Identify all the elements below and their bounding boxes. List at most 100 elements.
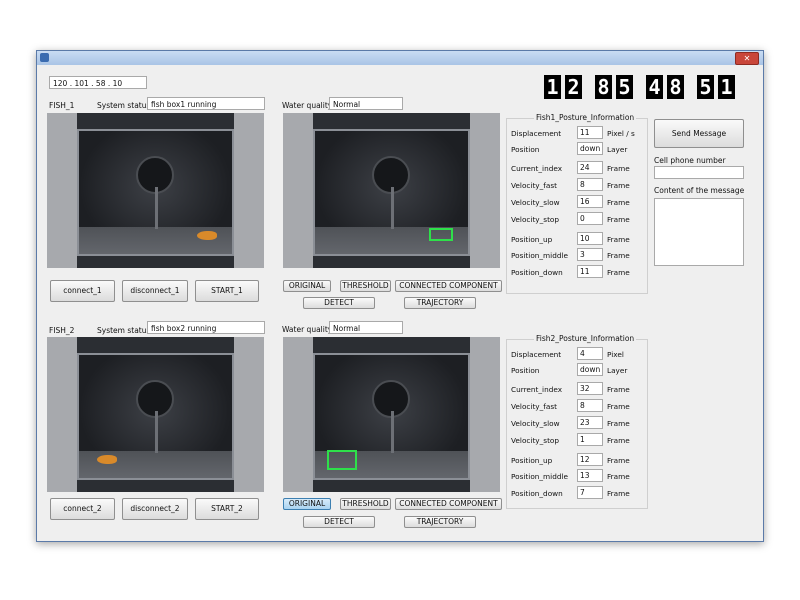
posture-row-value[interactable]: 3 — [577, 248, 603, 261]
counter-digit: 8 — [667, 75, 684, 99]
fish2-status-field[interactable]: fish box2 running — [147, 321, 265, 334]
posture-row-value[interactable]: 0 — [577, 212, 603, 225]
posture-row-label: Current_index — [511, 164, 563, 173]
ip-address-field[interactable]: 120 . 101 . 58 . 10 — [49, 76, 147, 89]
message-content-field[interactable] — [654, 198, 744, 266]
posture-row-label: Velocity_stop — [511, 436, 560, 445]
title-bar: ✕ — [37, 51, 763, 65]
fish2-water-quality-label: Water quality — [282, 325, 333, 334]
posture-row-value[interactable]: 12 — [577, 453, 603, 466]
posture-row-label: Displacement — [511, 129, 562, 138]
send-message-button[interactable]: Send Message — [654, 119, 744, 148]
posture-row-label: Position — [511, 366, 540, 375]
disconnect-2-button[interactable]: disconnect_2 — [122, 498, 188, 520]
posture-row-value[interactable]: 32 — [577, 382, 603, 395]
posture-row-label: Position_middle — [511, 251, 568, 260]
connected-component-2-button[interactable]: CONNECTED COMPONENT — [395, 498, 502, 510]
fish1-label: FISH_1 — [49, 101, 75, 110]
posture-row-unit: Frame — [607, 251, 630, 260]
threshold-1-button[interactable]: THRESHOLD — [340, 280, 391, 292]
trajectory-1-button[interactable]: TRAJECTORY — [404, 297, 476, 309]
disconnect-1-button[interactable]: disconnect_1 — [122, 280, 188, 302]
posture-row-unit: Frame — [607, 215, 630, 224]
posture-row-unit: Layer — [607, 366, 628, 375]
posture-row-label: Position_down — [511, 489, 563, 498]
posture-row-unit: Frame — [607, 489, 630, 498]
posture-row-label: Velocity_fast — [511, 181, 557, 190]
counter-digit: 8 — [595, 75, 612, 99]
posture-row-label: Position — [511, 145, 540, 154]
cell-phone-label: Cell phone number — [654, 156, 726, 165]
fish1-status-field[interactable]: fish box1 running — [147, 97, 265, 110]
fish1-processed-view — [283, 113, 500, 268]
counter-digit: 4 — [646, 75, 663, 99]
posture-row-value[interactable]: 4 — [577, 347, 603, 360]
fish1-water-quality-field[interactable]: Normal — [329, 97, 403, 110]
posture-row-label: Position_up — [511, 235, 553, 244]
threshold-2-button[interactable]: THRESHOLD — [340, 498, 391, 510]
fish2-status-label: System status — [97, 326, 151, 335]
original-1-button[interactable]: ORIGINAL — [283, 280, 331, 292]
posture-row-label: Position_middle — [511, 472, 568, 481]
posture-row-value[interactable]: 10 — [577, 232, 603, 245]
fish1-camera-view — [47, 113, 264, 268]
trajectory-2-button[interactable]: TRAJECTORY — [404, 516, 476, 528]
posture-row-value[interactable]: 8 — [577, 399, 603, 412]
posture-row-value[interactable]: 23 — [577, 416, 603, 429]
cell-phone-field[interactable] — [654, 166, 744, 179]
fish1-water-quality-label: Water quality — [282, 101, 333, 110]
fish1-posture-title: Fish1_Posture_Information — [534, 113, 637, 122]
original-2-button[interactable]: ORIGINAL — [283, 498, 331, 510]
counter-digit: 2 — [565, 75, 582, 99]
posture-row-unit: Pixel / s — [607, 129, 635, 138]
posture-row-value[interactable]: down — [577, 142, 603, 155]
posture-row-label: Position_down — [511, 268, 563, 277]
posture-row-label: Displacement — [511, 350, 562, 359]
fish2-water-quality-field[interactable]: Normal — [329, 321, 403, 334]
close-icon: ✕ — [743, 54, 751, 63]
start-2-button[interactable]: START_2 — [195, 498, 259, 520]
posture-row-value[interactable]: 1 — [577, 433, 603, 446]
posture-row-unit: Layer — [607, 145, 628, 154]
posture-row-label: Position_up — [511, 456, 553, 465]
posture-row-value[interactable]: down — [577, 363, 603, 376]
counter-digit: 5 — [616, 75, 633, 99]
connected-component-1-button[interactable]: CONNECTED COMPONENT — [395, 280, 502, 292]
fish2-label: FISH_2 — [49, 326, 75, 335]
posture-row-unit: Frame — [607, 235, 630, 244]
detect-1-button[interactable]: DETECT — [303, 297, 375, 309]
posture-row-value[interactable]: 16 — [577, 195, 603, 208]
counter-digit: 1 — [544, 75, 561, 99]
fish2-detection-box — [327, 450, 357, 470]
posture-row-unit: Frame — [607, 456, 630, 465]
frame-counter-display: 1 2 8 5 4 8 5 1 — [544, 75, 749, 99]
close-button[interactable]: ✕ — [735, 52, 759, 65]
fish2-posture-title: Fish2_Posture_Information — [534, 334, 637, 343]
connect-1-button[interactable]: connect_1 — [50, 280, 115, 302]
posture-row-label: Velocity_stop — [511, 215, 560, 224]
posture-row-unit: Frame — [607, 385, 630, 394]
posture-row-unit: Frame — [607, 402, 630, 411]
posture-row-label: Velocity_slow — [511, 419, 560, 428]
detect-2-button[interactable]: DETECT — [303, 516, 375, 528]
posture-row-value[interactable]: 11 — [577, 265, 603, 278]
counter-digit: 5 — [697, 75, 714, 99]
posture-row-value[interactable]: 13 — [577, 469, 603, 482]
posture-row-value[interactable]: 24 — [577, 161, 603, 174]
connect-2-button[interactable]: connect_2 — [50, 498, 115, 520]
message-content-label: Content of the message — [654, 186, 745, 195]
posture-row-value[interactable]: 11 — [577, 126, 603, 139]
posture-row-label: Velocity_fast — [511, 402, 557, 411]
posture-row-unit: Frame — [607, 181, 630, 190]
posture-row-unit: Frame — [607, 436, 630, 445]
posture-row-unit: Frame — [607, 164, 630, 173]
start-1-button[interactable]: START_1 — [195, 280, 259, 302]
fish2-camera-view — [47, 337, 264, 492]
fish2-fish — [97, 455, 117, 464]
posture-row-unit: Pixel — [607, 350, 624, 359]
fish2-processed-view — [283, 337, 500, 492]
app-window: ✕ 120 . 101 . 58 . 10 1 2 8 5 4 8 5 1 FI… — [36, 50, 764, 542]
counter-digit: 1 — [718, 75, 735, 99]
posture-row-value[interactable]: 8 — [577, 178, 603, 191]
posture-row-value[interactable]: 7 — [577, 486, 603, 499]
